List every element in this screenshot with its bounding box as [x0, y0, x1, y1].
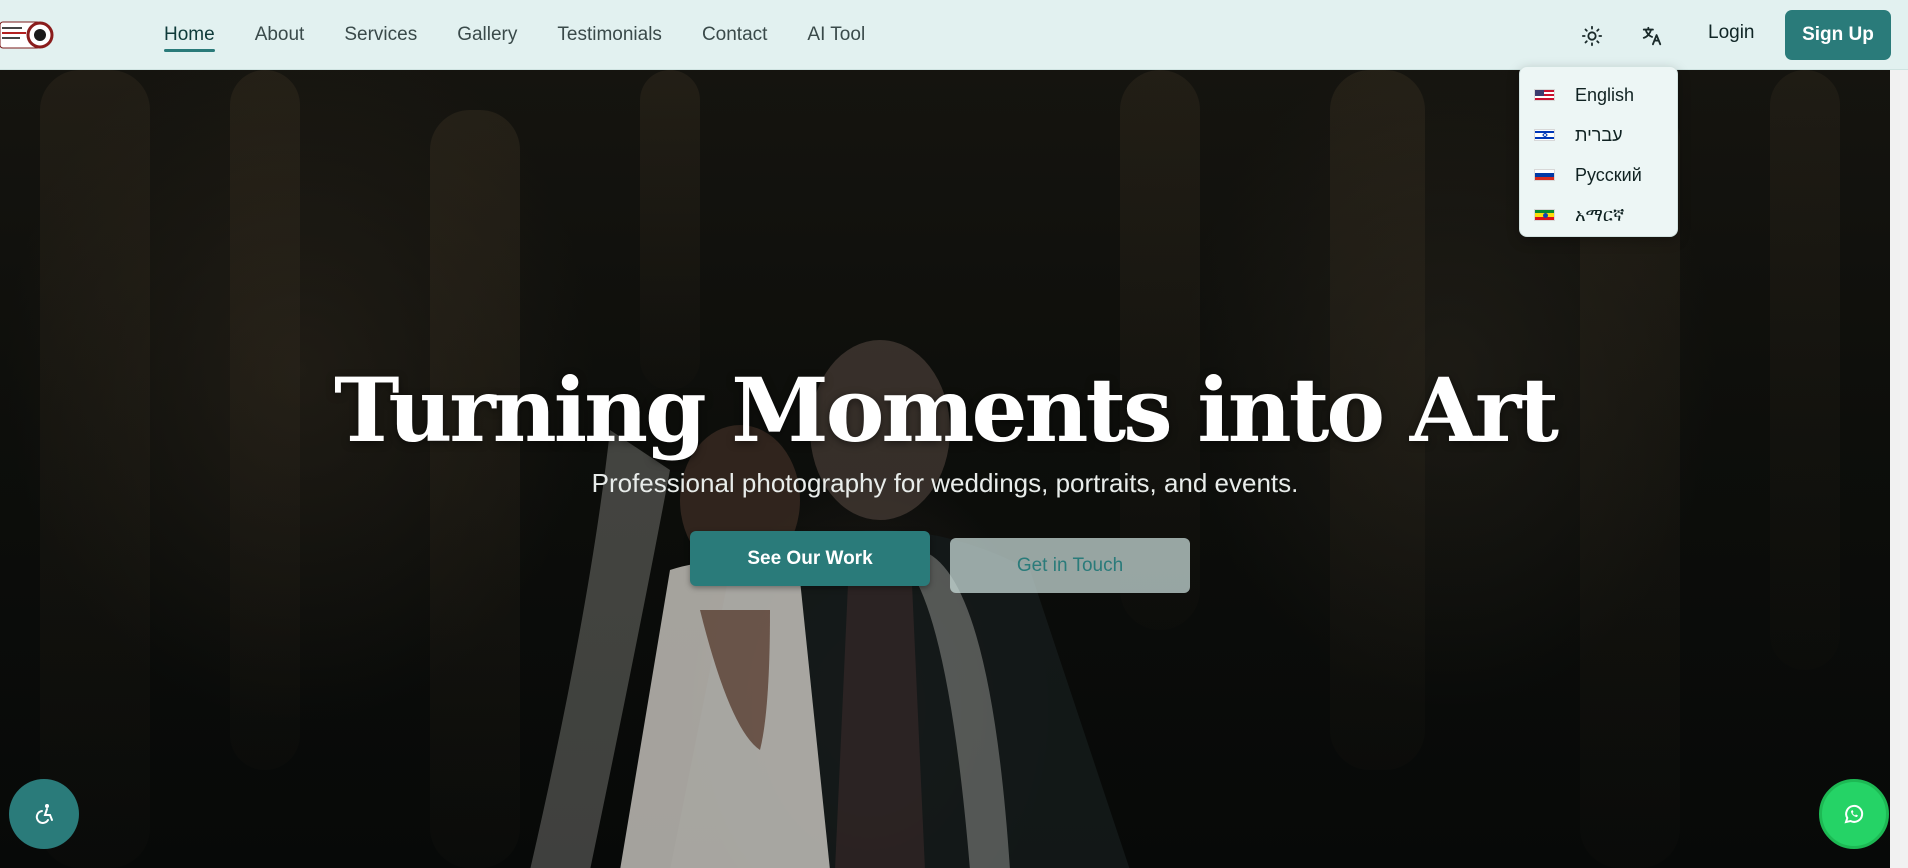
ethiopia-flag-icon — [1534, 209, 1555, 221]
nav-item-testimonials[interactable]: Testimonials — [557, 20, 662, 50]
nav-item-ai-tool[interactable]: AI Tool — [807, 20, 865, 50]
translate-icon — [1642, 26, 1662, 46]
russia-flag-icon — [1534, 169, 1555, 181]
language-label: עברית — [1575, 124, 1623, 145]
hero-title: Turning Moments into Art — [333, 358, 1559, 462]
whatsapp-button[interactable] — [1819, 779, 1889, 849]
accessibility-button[interactable] — [9, 779, 79, 849]
login-button[interactable]: Login — [1708, 22, 1755, 44]
nav-item-about[interactable]: About — [255, 20, 305, 50]
nav-item-home[interactable]: Home — [164, 20, 215, 52]
us-flag-icon — [1534, 89, 1555, 101]
main-nav: Home About Services Gallery Testimonials… — [164, 0, 905, 70]
page-scrollbar[interactable] — [1890, 70, 1908, 868]
language-option-russian[interactable]: Русский — [1520, 155, 1677, 195]
whatsapp-icon — [1844, 804, 1864, 824]
israel-flag-icon — [1534, 129, 1555, 141]
hero-subtitle: Professional photography for weddings, p… — [591, 468, 1299, 498]
language-label: English — [1575, 84, 1635, 105]
theme-toggle-button[interactable] — [1576, 20, 1608, 52]
language-label: Русский — [1575, 164, 1642, 185]
camera-logo-icon[interactable] — [0, 18, 54, 52]
nav-item-contact[interactable]: Contact — [702, 20, 767, 50]
site-header: Home About Services Gallery Testimonials… — [0, 0, 1908, 70]
accessibility-icon — [35, 804, 53, 824]
get-in-touch-button[interactable]: Get in Touch — [950, 538, 1190, 593]
nav-item-gallery[interactable]: Gallery — [457, 20, 517, 50]
nav-item-services[interactable]: Services — [344, 20, 417, 50]
language-option-hebrew[interactable]: עברית — [1520, 115, 1677, 155]
language-label: አማርኛ — [1575, 204, 1625, 225]
language-toggle-button[interactable] — [1636, 20, 1668, 52]
see-our-work-button[interactable]: See Our Work — [690, 531, 930, 586]
language-menu: English עברית Русский አማርኛ — [1519, 66, 1678, 237]
language-option-amharic[interactable]: አማርኛ — [1520, 195, 1677, 235]
sun-icon — [1581, 25, 1603, 47]
language-option-english[interactable]: English — [1520, 75, 1677, 115]
sign-up-button[interactable]: Sign Up — [1785, 10, 1891, 60]
